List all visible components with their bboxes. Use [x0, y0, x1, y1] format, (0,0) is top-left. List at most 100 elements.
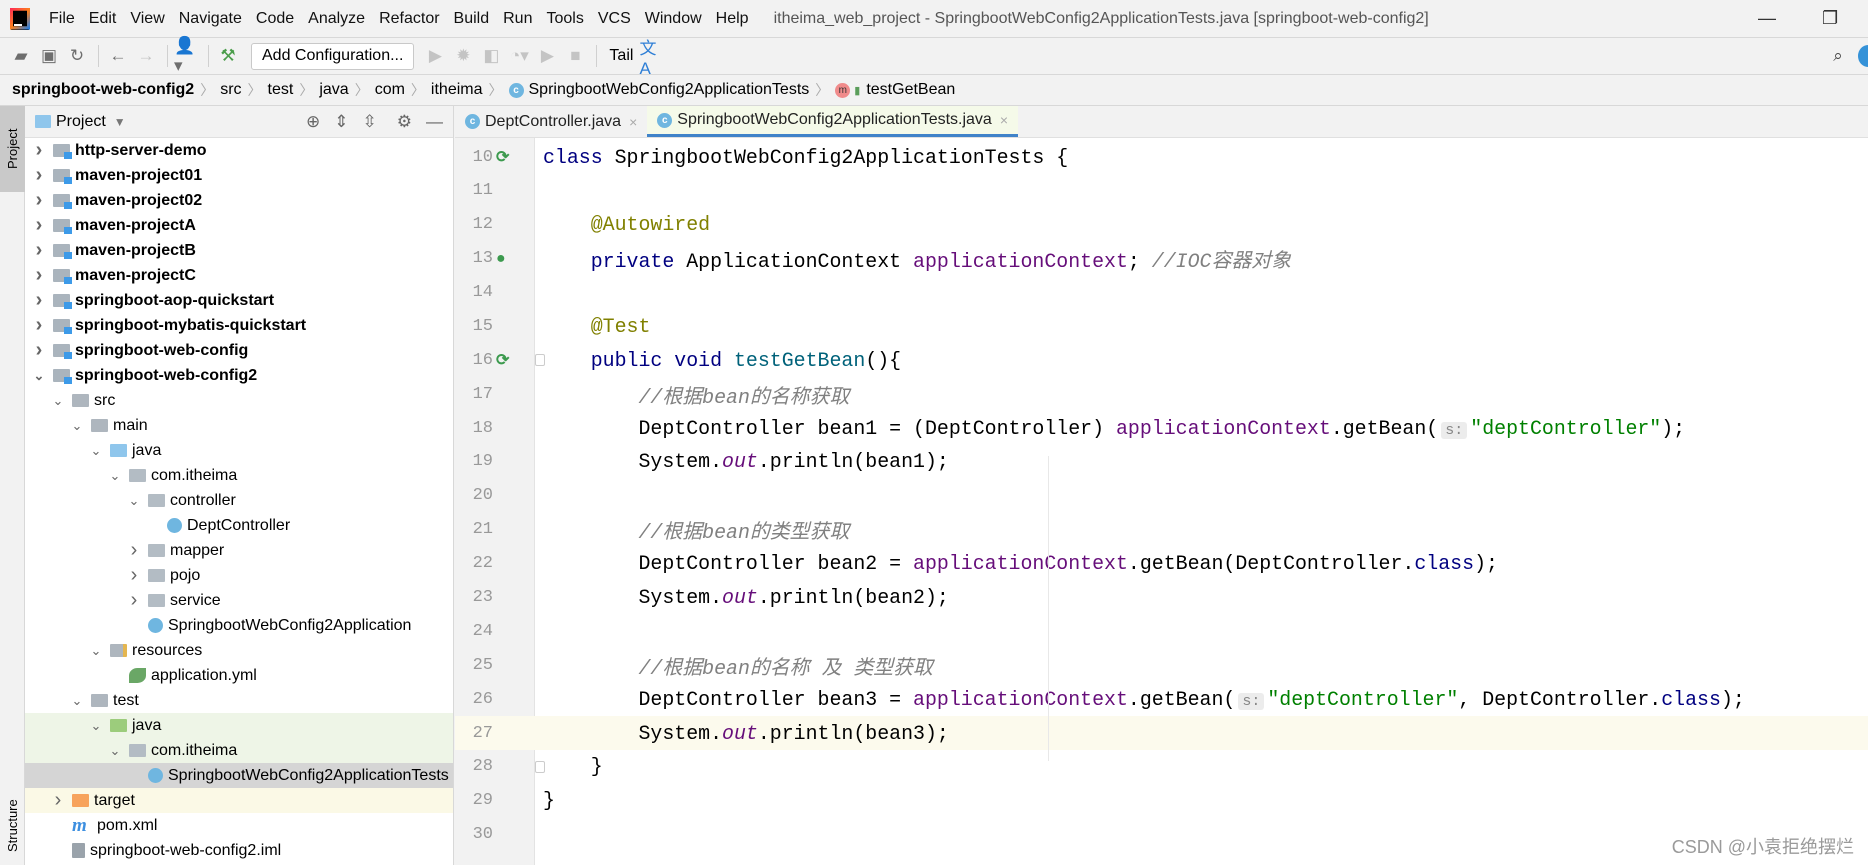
- chevron-right-icon[interactable]: ›: [31, 239, 47, 262]
- collapse-all-icon[interactable]: ⇳: [363, 112, 377, 132]
- editor-tab[interactable]: c SpringbootWebConfig2ApplicationTests.ja…: [647, 106, 1019, 137]
- chevron-down-icon[interactable]: ⌄: [69, 693, 85, 709]
- back-icon[interactable]: ←: [105, 43, 131, 69]
- save-icon[interactable]: ▣: [36, 43, 62, 69]
- tree-item[interactable]: › maven-project02: [25, 188, 453, 213]
- breadcrumb-item[interactable]: test: [268, 81, 294, 99]
- menu-help[interactable]: Help: [709, 10, 756, 28]
- chevron-down-icon[interactable]: ⌄: [31, 368, 47, 384]
- tree-item[interactable]: ⌄ main: [25, 413, 453, 438]
- code-line[interactable]: 22 DeptController bean2 = applicationCon…: [455, 547, 1868, 581]
- tree-item[interactable]: SpringbootWebConfig2Application: [25, 613, 453, 638]
- tree-item[interactable]: ⌄ java: [25, 713, 453, 738]
- tree-item[interactable]: › maven-projectA: [25, 213, 453, 238]
- tree-item[interactable]: › springboot-web-config: [25, 338, 453, 363]
- code-line[interactable]: 12 @Autowired: [455, 208, 1868, 242]
- tree-item[interactable]: ⌄ java: [25, 438, 453, 463]
- profile-icon[interactable]: ◔▾: [506, 43, 532, 69]
- menu-navigate[interactable]: Navigate: [172, 10, 249, 28]
- chevron-right-icon[interactable]: ›: [31, 314, 47, 337]
- search-icon[interactable]: ⌕: [1825, 43, 1851, 69]
- menu-analyze[interactable]: Analyze: [301, 10, 372, 28]
- tree-item[interactable]: ⌄ com.itheima: [25, 463, 453, 488]
- code-line[interactable]: 10 ⟳ class SpringbootWebConfig2Application…: [455, 140, 1868, 174]
- code-line[interactable]: 15 @Test: [455, 309, 1868, 343]
- menu-view[interactable]: View: [123, 10, 171, 28]
- chevron-down-icon[interactable]: ⌄: [69, 418, 85, 434]
- coverage-icon[interactable]: ◧: [478, 43, 504, 69]
- chevron-right-icon[interactable]: ›: [31, 264, 47, 287]
- code-line[interactable]: 19 System.out.println(bean1);: [455, 445, 1868, 479]
- tail-button[interactable]: Tail: [609, 47, 633, 65]
- menu-window[interactable]: Window: [638, 10, 709, 28]
- chevron-right-icon[interactable]: ›: [31, 214, 47, 237]
- code-line[interactable]: 13 ● private ApplicationContext applicati…: [455, 242, 1868, 276]
- tree-item[interactable]: › maven-projectC: [25, 263, 453, 288]
- update-icon[interactable]: [1858, 45, 1868, 67]
- tree-item[interactable]: › mapper: [25, 538, 453, 563]
- menu-build[interactable]: Build: [447, 10, 497, 28]
- chevron-right-icon[interactable]: ›: [31, 339, 47, 362]
- expand-all-icon[interactable]: ⇕: [334, 112, 348, 132]
- translate-icon[interactable]: 文A: [639, 39, 665, 78]
- tree-item[interactable]: ⌄ controller: [25, 488, 453, 513]
- breadcrumb-item[interactable]: java: [319, 81, 348, 99]
- chevron-right-icon[interactable]: ›: [126, 564, 142, 587]
- code-line[interactable]: 18 DeptController bean1 = (DeptControlle…: [455, 411, 1868, 445]
- chevron-right-icon[interactable]: ›: [126, 539, 142, 562]
- code-line[interactable]: 28 }: [455, 750, 1868, 784]
- close-tab-icon[interactable]: ×: [629, 114, 637, 130]
- project-view-selector[interactable]: Project: [56, 113, 106, 131]
- debug-icon[interactable]: ✹: [450, 43, 476, 69]
- code-line[interactable]: 26 DeptController bean3 = applicationCon…: [455, 682, 1868, 716]
- hide-icon[interactable]: —: [426, 112, 443, 132]
- code-line[interactable]: 27 System.out.println(bean3);: [455, 716, 1868, 751]
- tree-item[interactable]: › service: [25, 588, 453, 613]
- minimize-button[interactable]: —: [1758, 8, 1776, 29]
- menu-vcs[interactable]: VCS: [591, 10, 638, 28]
- code-line[interactable]: 23 System.out.println(bean2);: [455, 580, 1868, 614]
- breadcrumb-item[interactable]: c SpringbootWebConfig2ApplicationTests: [508, 81, 809, 99]
- tree-item[interactable]: ⌄ resources: [25, 638, 453, 663]
- chevron-down-icon[interactable]: ⌄: [50, 393, 66, 409]
- chevron-down-icon[interactable]: ⌄: [88, 718, 104, 734]
- code-line[interactable]: 29}: [455, 784, 1868, 818]
- tree-item[interactable]: application.yml: [25, 663, 453, 688]
- chevron-down-icon[interactable]: ⌄: [88, 443, 104, 459]
- menu-edit[interactable]: Edit: [82, 10, 124, 28]
- code-line[interactable]: 24: [455, 614, 1868, 648]
- open-folder-icon[interactable]: ▰: [8, 43, 34, 69]
- code-line[interactable]: 16 ⟳ public void testGetBean(){: [455, 343, 1868, 377]
- tree-item[interactable]: › pojo: [25, 563, 453, 588]
- gear-icon[interactable]: ⚙: [397, 112, 412, 132]
- structure-tool-tab[interactable]: Structure: [0, 786, 25, 865]
- chevron-right-icon[interactable]: ›: [31, 139, 47, 162]
- stop-icon[interactable]: ■: [562, 43, 588, 69]
- code-line[interactable]: 21 //根据bean的类型获取: [455, 513, 1868, 547]
- tree-item[interactable]: › springboot-mybatis-quickstart: [25, 313, 453, 338]
- menu-file[interactable]: File: [42, 10, 82, 28]
- editor-tab[interactable]: c DeptController.java ×: [455, 106, 647, 137]
- tree-item[interactable]: › springboot-aop-quickstart: [25, 288, 453, 313]
- menu-tools[interactable]: Tools: [539, 10, 590, 28]
- code-line[interactable]: 30: [455, 818, 1868, 852]
- code-line[interactable]: 14: [455, 276, 1868, 310]
- chevron-down-icon[interactable]: ▼: [114, 115, 126, 129]
- locate-icon[interactable]: ⊕: [306, 112, 320, 132]
- chevron-right-icon[interactable]: ›: [31, 289, 47, 312]
- chevron-down-icon[interactable]: ⌄: [88, 643, 104, 659]
- breadcrumb-item[interactable]: src: [220, 81, 241, 99]
- code-line[interactable]: 11: [455, 174, 1868, 208]
- close-tab-icon[interactable]: ×: [1000, 112, 1008, 128]
- tree-item[interactable]: ⌄ com.itheima: [25, 738, 453, 763]
- breadcrumb-item[interactable]: m ▮ testGetBean: [835, 81, 955, 99]
- breadcrumb-item[interactable]: com: [375, 81, 405, 99]
- chevron-down-icon[interactable]: ⌄: [126, 493, 142, 509]
- tree-item[interactable]: springboot-web-config2.iml: [25, 838, 453, 863]
- tree-item[interactable]: DeptController: [25, 513, 453, 538]
- tree-item[interactable]: m pom.xml: [25, 813, 453, 838]
- restore-button[interactable]: ❐: [1822, 8, 1838, 29]
- run-test-icon[interactable]: ⟳: [496, 147, 509, 167]
- breadcrumb-item[interactable]: itheima: [431, 81, 483, 99]
- tree-item[interactable]: › target: [25, 788, 453, 813]
